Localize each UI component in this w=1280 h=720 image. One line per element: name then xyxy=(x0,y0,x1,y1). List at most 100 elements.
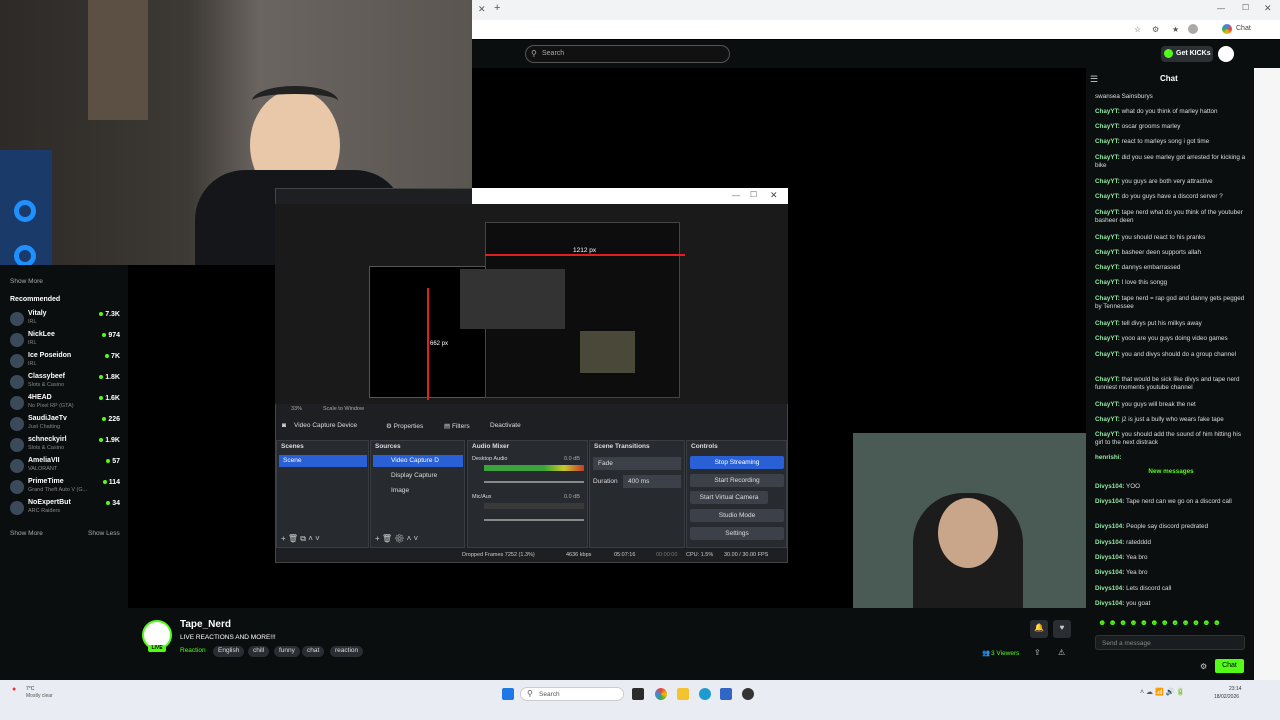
share-icon[interactable]: ⇪ xyxy=(1034,648,1041,657)
profile-icon[interactable] xyxy=(1188,24,1198,34)
show-more-top[interactable]: Show More xyxy=(10,278,43,285)
chat-username[interactable]: Divys104: xyxy=(1095,569,1124,576)
chrome-icon[interactable] xyxy=(655,688,667,700)
start-recording-button[interactable]: Start Recording xyxy=(690,474,784,487)
chat-username[interactable]: Divys104: xyxy=(1095,498,1124,505)
taskbar-search[interactable]: ⚲ Search xyxy=(520,687,624,701)
chat-username[interactable]: ChayYT: xyxy=(1095,209,1120,216)
bookmark-icon[interactable]: ★ xyxy=(1172,25,1179,34)
minimize-icon[interactable]: — xyxy=(1217,4,1225,13)
recommended-item[interactable]: 4HEAD No Pixel RP (GTA) 1.6K xyxy=(10,394,120,414)
emote-bar[interactable]: ☻☻☻☻☻☻☻☻☻☻☻☻ xyxy=(1098,618,1242,628)
chat-username[interactable]: ChayYT: xyxy=(1095,264,1120,271)
chat-username[interactable]: ChayYT: xyxy=(1095,335,1120,342)
chat-username[interactable]: henrishi: xyxy=(1095,454,1122,461)
chat-username[interactable]: ChayYT: xyxy=(1095,376,1120,383)
chat-username[interactable]: Divys104: xyxy=(1095,554,1124,561)
scale-select[interactable]: Scale to Window xyxy=(323,406,364,412)
maximize-icon[interactable]: ☐ xyxy=(750,190,757,199)
scene-item[interactable]: Scene xyxy=(279,455,367,467)
chat-username[interactable]: ChayYT: xyxy=(1095,178,1120,185)
recommended-item[interactable]: NoExpertBut ARC Raiders 34 xyxy=(10,499,120,519)
close-window-icon[interactable]: ✕ xyxy=(1264,3,1272,14)
settings-icon[interactable]: ⚙ xyxy=(1200,662,1207,671)
properties-button[interactable]: ⚙ Properties xyxy=(386,422,423,430)
chat-username[interactable]: ChayYT: xyxy=(1095,431,1120,438)
chat-username[interactable]: ChayYT: xyxy=(1095,320,1120,327)
add-scene-icon[interactable]: + 🗑 ⧉ ˄ ˅ xyxy=(281,534,320,544)
source-item[interactable]: Display Capture xyxy=(373,470,463,482)
chat-username[interactable]: ChayYT: xyxy=(1095,138,1120,145)
deactivate-button[interactable]: Deactivate xyxy=(490,422,521,429)
tag[interactable]: English xyxy=(213,646,245,657)
recommended-item[interactable]: Classybeef Slots & Casino 1.8K xyxy=(10,373,120,393)
search-input[interactable]: ⚲ Search xyxy=(525,45,730,63)
chat-username[interactable]: ChayYT: xyxy=(1095,108,1120,115)
filters-button[interactable]: ▤ Filters xyxy=(444,422,470,430)
new-tab-icon[interactable]: + xyxy=(494,2,500,14)
close-tab-icon[interactable]: ✕ xyxy=(478,4,486,15)
recommended-item[interactable]: PrimeTime Grand Theft Auto V (G... 114 xyxy=(10,478,120,498)
chat-username[interactable]: ChayYT: xyxy=(1095,234,1120,241)
obs-icon[interactable] xyxy=(742,688,754,700)
obs-preview[interactable]: 1212 px 662 px 33% Scale to Window xyxy=(275,204,788,412)
collapse-chat-icon[interactable]: ☰ xyxy=(1090,74,1098,85)
edge-icon[interactable] xyxy=(699,688,711,700)
tag[interactable]: chill xyxy=(248,646,270,657)
task-view-icon[interactable] xyxy=(632,688,644,700)
extensions-icon[interactable]: ⚙ xyxy=(1152,25,1159,34)
file-explorer-icon[interactable] xyxy=(677,688,689,700)
settings-button[interactable]: Settings xyxy=(690,527,784,540)
chat-username[interactable]: ChayYT: xyxy=(1095,351,1120,358)
chat-tab-label[interactable]: Chat xyxy=(1236,25,1251,32)
studio-mode-button[interactable]: Studio Mode xyxy=(690,509,784,522)
tray-icons[interactable]: ˄ ☁ 📶 🔊 🔋 xyxy=(1140,688,1185,696)
user-avatar[interactable] xyxy=(1218,46,1234,62)
chat-username[interactable]: ChayYT: xyxy=(1095,249,1120,256)
chat-username[interactable]: ChayYT: xyxy=(1095,154,1120,161)
gemini-icon[interactable] xyxy=(1222,24,1232,34)
recommended-item[interactable]: Vitaly IRL 7.3K xyxy=(10,310,120,330)
report-icon[interactable]: ⚠ xyxy=(1058,648,1065,657)
recommended-item[interactable]: AmeliaVII VALORANT 57 xyxy=(10,457,120,477)
volume-slider[interactable] xyxy=(484,519,584,521)
chat-username[interactable]: Divys104: xyxy=(1095,523,1124,530)
maximize-icon[interactable]: ☐ xyxy=(1242,3,1249,12)
tag[interactable]: funny xyxy=(274,646,300,657)
source-item[interactable]: Image xyxy=(373,485,463,497)
volume-slider[interactable] xyxy=(484,481,584,483)
bell-icon[interactable]: 🔔 xyxy=(1030,620,1048,638)
chat-username[interactable]: ChayYT: xyxy=(1095,123,1120,130)
chat-username[interactable]: ChayYT: xyxy=(1095,401,1120,408)
stream-category[interactable]: Reaction xyxy=(180,647,206,654)
chat-username[interactable]: Divys104: xyxy=(1095,483,1124,490)
browser-scrollbar[interactable] xyxy=(1254,68,1280,680)
chat-username[interactable]: ChayYT: xyxy=(1095,279,1120,286)
close-icon[interactable]: ✕ xyxy=(770,190,778,201)
recommended-item[interactable]: SaudiJaeTv Just Chatting 226 xyxy=(10,415,120,435)
tag[interactable]: chat xyxy=(302,646,325,657)
chat-username[interactable]: ChayYT: xyxy=(1095,295,1120,302)
show-more-button[interactable]: Show More xyxy=(10,530,43,537)
add-source-icon[interactable]: + 🗑 ⚙ ˄ ˅ xyxy=(375,534,418,543)
chat-username[interactable]: Divys104: xyxy=(1095,600,1124,607)
streamer-name[interactable]: Tape_Nerd xyxy=(180,619,231,630)
transition-select[interactable]: Fade xyxy=(593,457,681,470)
windows-start-icon[interactable] xyxy=(502,688,514,700)
recommended-item[interactable]: Ice Poseidon IRL 7K xyxy=(10,352,120,372)
show-less-button[interactable]: Show Less xyxy=(88,530,120,537)
get-kicks-button[interactable]: Get KICKs xyxy=(1161,46,1213,62)
tag[interactable]: reaction xyxy=(330,646,364,657)
store-icon[interactable] xyxy=(720,688,732,700)
chat-send-button[interactable]: Chat xyxy=(1215,659,1244,673)
recommended-item[interactable]: NickLee IRL 974 xyxy=(10,331,120,351)
duration-input[interactable]: 400 ms xyxy=(623,475,681,488)
source-item[interactable]: Video Capture D xyxy=(373,455,463,467)
minimize-icon[interactable]: — xyxy=(732,191,740,200)
chat-username[interactable]: Divys104: xyxy=(1095,585,1124,592)
chat-username[interactable]: ChayYT: xyxy=(1095,416,1120,423)
weather-icon[interactable]: ● xyxy=(12,686,16,693)
chat-username[interactable]: Divys104: xyxy=(1095,539,1124,546)
chat-username[interactable]: ChayYT: xyxy=(1095,193,1120,200)
stop-streaming-button[interactable]: Stop Streaming xyxy=(690,456,784,469)
